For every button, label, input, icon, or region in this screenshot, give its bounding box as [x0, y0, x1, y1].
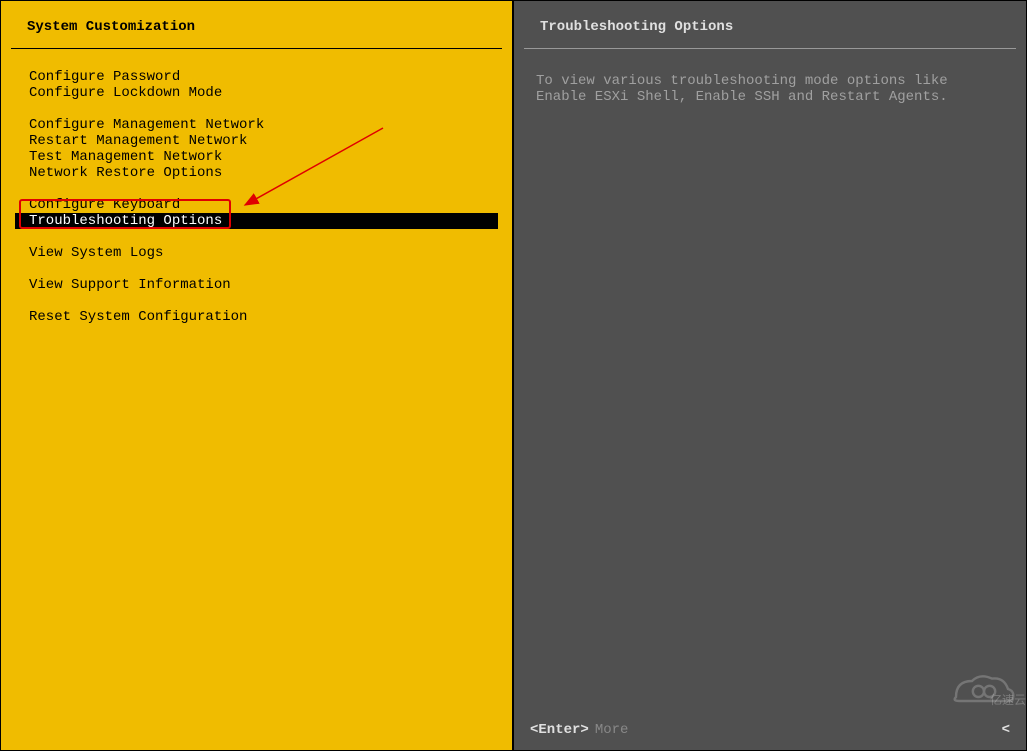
right-panel-description: To view various troubleshooting mode opt… [514, 49, 1026, 129]
menu-spacer [15, 181, 498, 197]
menu-spacer [15, 229, 498, 245]
right-panel-header: Troubleshooting Options [524, 1, 1016, 49]
menu-list: Configure Password Configure Lockdown Mo… [1, 49, 512, 325]
footer-right: < [1002, 722, 1010, 738]
menu-item-restart-management-network[interactable]: Restart Management Network [15, 133, 498, 149]
menu-spacer [15, 261, 498, 277]
menu-item-configure-keyboard[interactable]: Configure Keyboard [15, 197, 498, 213]
menu-item-view-system-logs[interactable]: View System Logs [15, 245, 498, 261]
menu-item-configure-management-network[interactable]: Configure Management Network [15, 117, 498, 133]
right-panel-details: Troubleshooting Options To view various … [513, 0, 1027, 751]
menu-item-reset-system-configuration[interactable]: Reset System Configuration [15, 309, 498, 325]
menu-item-troubleshooting-options[interactable]: Troubleshooting Options [15, 213, 498, 229]
menu-spacer [15, 101, 498, 117]
left-panel-header: System Customization [11, 1, 502, 49]
footer-right-key: < [1002, 722, 1010, 738]
menu-item-configure-lockdown-mode[interactable]: Configure Lockdown Mode [15, 85, 498, 101]
menu-item-network-restore-options[interactable]: Network Restore Options [15, 165, 498, 181]
menu-item-test-management-network[interactable]: Test Management Network [15, 149, 498, 165]
menu-item-configure-password[interactable]: Configure Password [15, 69, 498, 85]
footer-enter-action: More [595, 722, 629, 738]
watermark-text: 亿速云 [990, 691, 1026, 708]
right-panel-title: Troubleshooting Options [540, 19, 733, 35]
left-panel-system-customization: System Customization Configure Password … [0, 0, 513, 751]
menu-spacer [15, 293, 498, 309]
left-panel-title: System Customization [27, 19, 195, 35]
footer-bar: <Enter> More < [514, 722, 1026, 738]
menu-item-view-support-information[interactable]: View Support Information [15, 277, 498, 293]
footer-left: <Enter> More [530, 722, 628, 738]
footer-enter-key[interactable]: <Enter> [530, 722, 589, 738]
